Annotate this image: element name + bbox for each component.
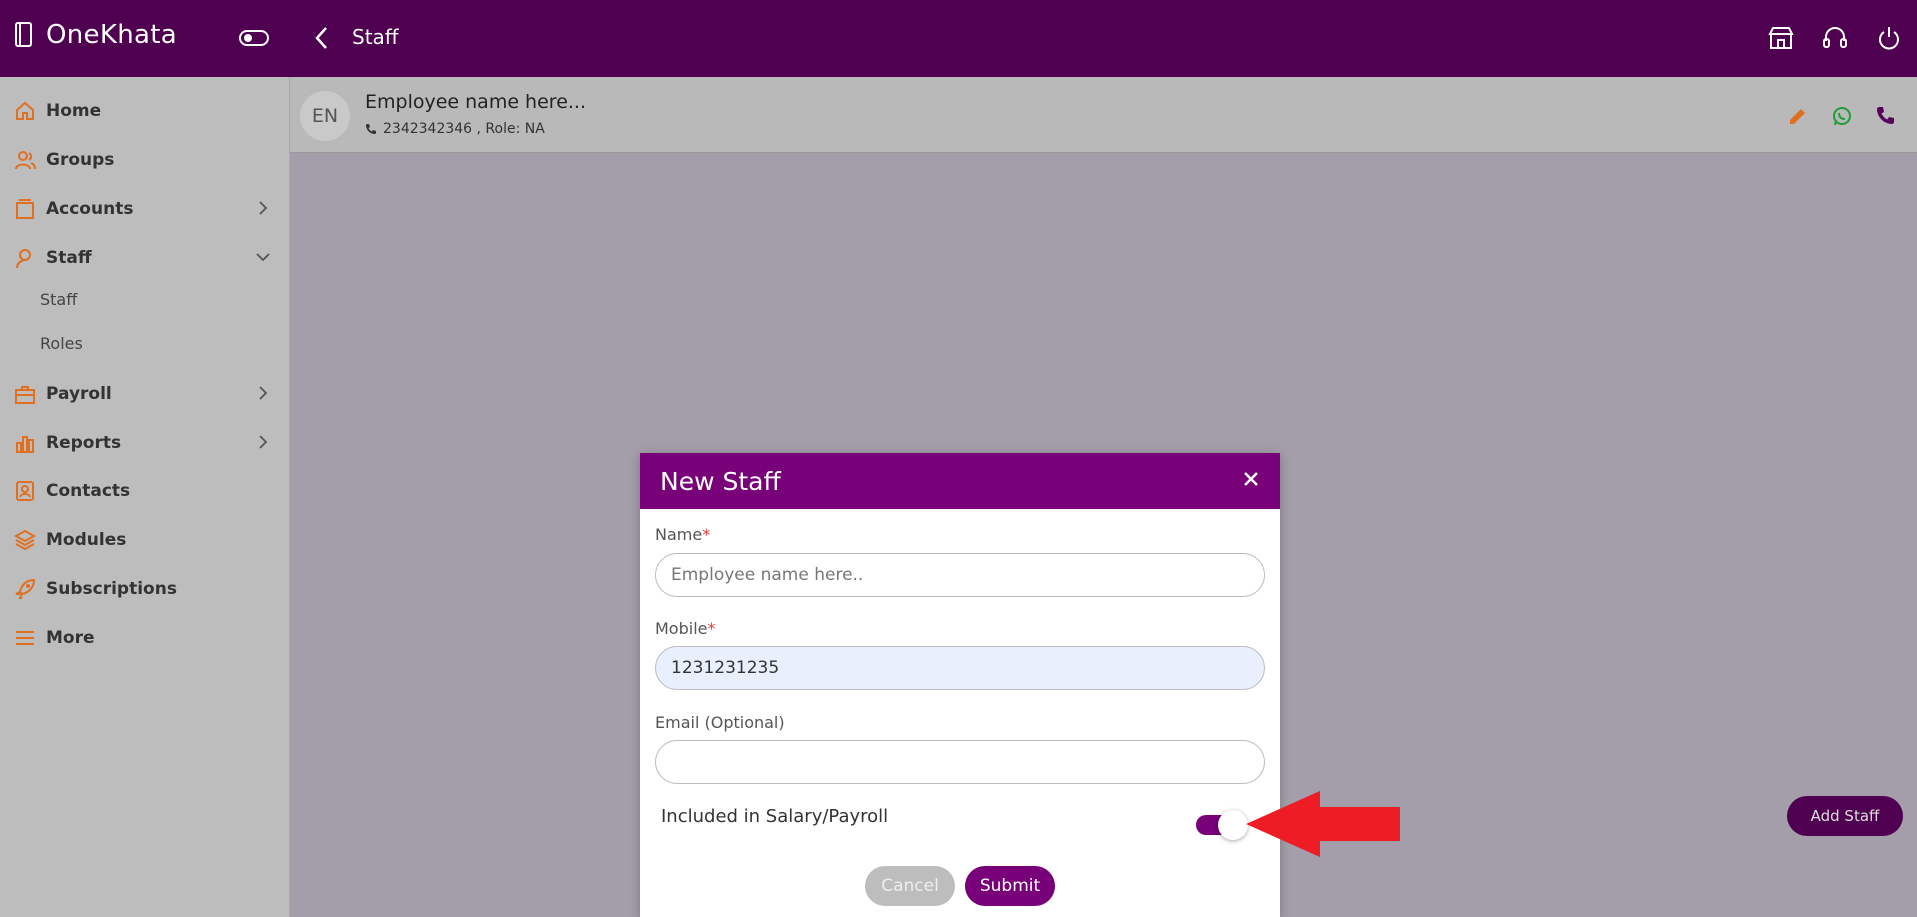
sidebar: Home Groups Accounts Staff Staff Roles P…	[0, 77, 290, 917]
sidebar-item-label: Payroll	[46, 384, 112, 404]
submit-button[interactable]: Submit	[965, 866, 1055, 906]
sidebar-item-groups[interactable]: Groups	[14, 145, 274, 175]
mobile-input[interactable]	[655, 646, 1265, 690]
groups-icon	[15, 151, 36, 170]
payroll-toggle[interactable]	[1196, 810, 1248, 840]
dialog-title: New Staff	[660, 466, 781, 496]
employee-header[interactable]: EN Employee name here... 2342342346 , Ro…	[290, 77, 1917, 153]
sidebar-item-home[interactable]: Home	[14, 96, 274, 126]
employee-actions	[1787, 105, 1897, 127]
cancel-button[interactable]: Cancel	[865, 866, 955, 906]
sidebar-item-label: Groups	[46, 150, 115, 170]
dialog-header: New Staff	[640, 453, 1280, 509]
call-icon[interactable]	[1875, 105, 1897, 127]
sidebar-item-label: Home	[46, 101, 102, 121]
home-icon	[16, 101, 34, 120]
sidebar-item-label: Contacts	[46, 481, 131, 501]
name-label-text: Name	[655, 525, 703, 544]
sidebar-item-payroll[interactable]: Payroll	[14, 379, 274, 409]
top-actions	[1767, 24, 1903, 52]
add-staff-button[interactable]: Add Staff	[1787, 796, 1903, 836]
sidebar-item-staff[interactable]: Staff	[14, 243, 274, 273]
avatar: EN	[300, 91, 350, 141]
name-label: Name*	[655, 525, 710, 544]
payroll-toggle-label: Included in Salary/Payroll	[661, 806, 889, 827]
brand-name: OneKhata	[46, 20, 177, 50]
name-input[interactable]	[655, 553, 1265, 597]
sidebar-subitem-staff[interactable]: Staff	[40, 290, 77, 309]
email-input[interactable]	[655, 740, 1265, 784]
power-icon[interactable]	[1875, 24, 1903, 52]
required-mark: *	[702, 525, 711, 544]
toggle-knob	[1218, 810, 1248, 840]
sidebar-item-accounts[interactable]: Accounts	[14, 194, 274, 224]
sidebar-item-label: Accounts	[46, 199, 134, 219]
chevron-down-icon	[256, 253, 270, 262]
store-icon[interactable]	[1767, 24, 1795, 52]
new-staff-dialog: New Staff Name* Mobile* Email (Optional)…	[640, 453, 1280, 917]
back-arrow-icon[interactable]	[312, 24, 332, 52]
employee-phone-role: 2342342346 , Role: NA	[383, 121, 545, 137]
page-title: Staff	[352, 25, 399, 49]
sidebar-item-subscriptions[interactable]: Subscriptions	[14, 574, 274, 604]
brand: OneKhata	[12, 20, 177, 50]
phone-icon	[366, 124, 376, 134]
rocket-icon	[15, 578, 36, 599]
sidebar-item-label: More	[46, 628, 95, 648]
notebook-icon	[15, 22, 32, 47]
email-label: Email (Optional)	[655, 713, 785, 732]
required-mark: *	[707, 619, 716, 638]
sidebar-item-label: Staff	[46, 248, 92, 268]
headset-icon[interactable]	[1821, 24, 1849, 52]
chevron-right-icon	[259, 386, 268, 400]
sidebar-item-contacts[interactable]: Contacts	[14, 476, 274, 506]
sidebar-item-reports[interactable]: Reports	[14, 428, 274, 458]
chevron-right-icon	[259, 201, 268, 215]
sidebar-item-label: Reports	[46, 433, 122, 453]
chevron-right-icon	[259, 435, 268, 449]
close-icon[interactable]	[1242, 470, 1260, 488]
staff-icon	[16, 249, 31, 269]
mobile-label: Mobile*	[655, 619, 715, 638]
modules-icon	[14, 529, 36, 551]
contacts-icon	[16, 481, 34, 501]
payroll-icon	[15, 386, 35, 404]
edit-icon[interactable]	[1787, 105, 1809, 127]
reports-icon	[16, 436, 34, 453]
sidebar-item-label: Subscriptions	[46, 579, 177, 599]
mobile-label-text: Mobile	[655, 619, 708, 638]
whatsapp-icon[interactable]	[1831, 105, 1853, 127]
employee-meta: 2342342346 , Role: NA	[365, 121, 545, 137]
menu-icon	[16, 631, 34, 645]
sidebar-item-modules[interactable]: Modules	[14, 525, 274, 555]
accounts-icon	[16, 199, 34, 219]
sidebar-subitem-roles[interactable]: Roles	[40, 334, 83, 353]
employee-name: Employee name here...	[365, 91, 586, 113]
top-bar: OneKhata Staff	[0, 0, 1917, 77]
annotation-arrow-icon	[1246, 791, 1400, 857]
theme-toggle[interactable]	[239, 30, 269, 46]
sidebar-item-label: Modules	[46, 530, 127, 550]
sidebar-item-more[interactable]: More	[14, 623, 274, 653]
